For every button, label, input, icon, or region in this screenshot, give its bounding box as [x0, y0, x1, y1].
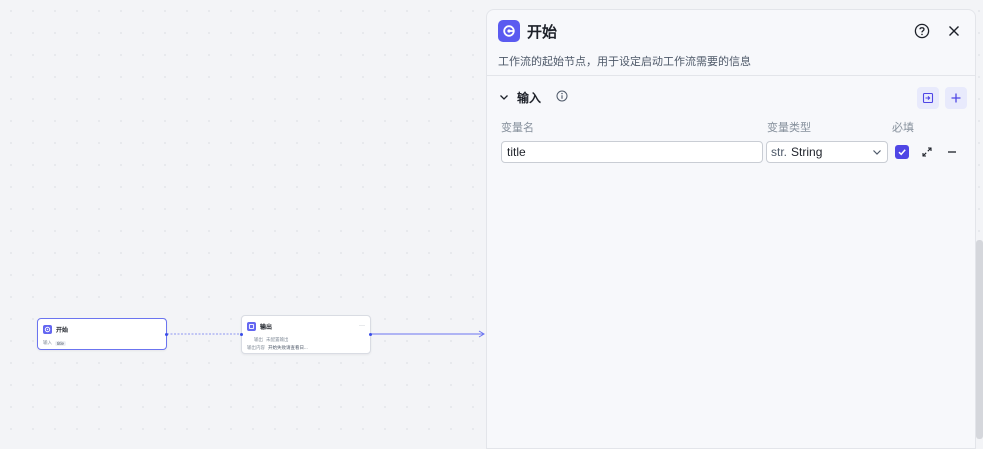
chevron-down-icon[interactable]: [498, 91, 510, 103]
start-node-chip: title: [55, 340, 67, 346]
start-node-icon: [498, 20, 520, 42]
add-variable-button[interactable]: [945, 87, 967, 109]
plus-icon: [951, 93, 961, 103]
output-node-title: 输出: [260, 324, 273, 331]
start-node-icon: [43, 324, 52, 334]
input-section-title: 输入: [517, 91, 542, 105]
node-config-panel: 开始 工作流的起始节点，用于设定启动工作流需要的信息 输入 变量名 变量类型 必…: [486, 9, 976, 449]
panel-scrollbar[interactable]: [976, 240, 983, 439]
import-variables-button[interactable]: [917, 87, 939, 109]
start-node-row-label: 输入: [43, 340, 52, 345]
output-node-row1-label: 输出: [254, 337, 263, 342]
panel-header: 开始 工作流的起始节点，用于设定启动工作流需要的信息: [487, 10, 975, 76]
start-node[interactable]: 开始 输入 title: [37, 318, 168, 350]
panel-title: 开始: [527, 24, 558, 41]
column-variable-type: 变量类型: [767, 122, 811, 134]
required-checkbox[interactable]: [895, 145, 909, 159]
input-section-header: 输入: [498, 87, 967, 109]
output-node-row2-value: 开始失败请查看日...: [268, 345, 308, 350]
type-prefix: str.: [771, 145, 788, 159]
node-more-icon[interactable]: ···: [359, 323, 365, 329]
start-node-output-handle[interactable]: [165, 333, 168, 336]
output-node-row2-label: 输出内容: [247, 345, 265, 350]
expand-icon[interactable]: [920, 145, 934, 159]
output-node-input-handle[interactable]: [240, 333, 243, 336]
check-icon: [898, 149, 906, 156]
info-circle-icon[interactable]: [556, 90, 568, 102]
chevron-down-icon: [873, 150, 881, 155]
type-value: String: [791, 145, 823, 159]
output-node-row1-value: 未配置输出: [266, 337, 289, 342]
variable-type-select[interactable]: str. String: [766, 141, 888, 163]
import-icon: [922, 92, 934, 104]
output-node-icon: [247, 321, 256, 331]
column-required: 必填: [892, 122, 914, 134]
help-icon[interactable]: [912, 21, 932, 41]
start-node-title: 开始: [56, 327, 69, 334]
variable-name-input[interactable]: [501, 141, 763, 163]
remove-variable-icon[interactable]: [945, 145, 959, 159]
panel-description: 工作流的起始节点，用于设定启动工作流需要的信息: [498, 56, 751, 68]
output-node[interactable]: 输出 ··· 输出 未配置输出 输出内容 开始失败请查看日...: [240, 315, 372, 354]
column-variable-name: 变量名: [501, 122, 534, 134]
close-icon[interactable]: [944, 21, 964, 41]
output-node-output-handle[interactable]: [369, 333, 372, 336]
